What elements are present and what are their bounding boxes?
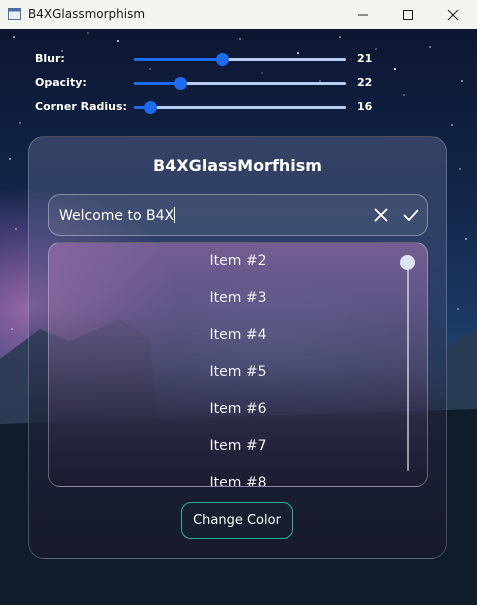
list-item[interactable]: Item #7 <box>49 438 427 454</box>
opacity-slider[interactable] <box>134 77 346 90</box>
list-item[interactable]: Item #2 <box>49 253 427 269</box>
list-item[interactable]: Item #3 <box>49 290 427 306</box>
list-item[interactable]: Item #4 <box>49 327 427 343</box>
maximize-icon <box>403 9 413 20</box>
close-icon <box>447 9 459 20</box>
close-icon[interactable] <box>372 206 390 224</box>
scrollbar-thumb[interactable] <box>400 255 415 270</box>
text-field-value[interactable]: Welcome to B4X <box>59 207 176 224</box>
blur-slider-fill <box>134 58 222 61</box>
maximize-button[interactable] <box>385 0 431 29</box>
minimize-icon <box>358 14 368 15</box>
glass-card: B4XGlassMorfhism Welcome to B4X Item #2 … <box>28 136 447 559</box>
change-color-button[interactable]: Change Color <box>181 502 293 539</box>
corner-radius-slider-row: Corner Radius: 16 <box>35 100 435 116</box>
list-item[interactable]: Item #8 <box>49 475 427 486</box>
opacity-value: 22 <box>357 76 373 89</box>
blur-label: Blur: <box>35 52 65 65</box>
card-title: B4XGlassMorfhism <box>153 156 322 175</box>
opacity-label: Opacity: <box>35 76 87 89</box>
corner-radius-slider[interactable] <box>134 101 346 114</box>
list-item[interactable]: Item #6 <box>49 401 427 417</box>
title-bar: B4XGlassmorphism <box>0 0 477 30</box>
corner-radius-value: 16 <box>357 100 373 113</box>
corner-radius-label: Corner Radius: <box>35 100 127 113</box>
blur-slider-row: Blur: 21 <box>35 52 435 68</box>
text-field[interactable]: Welcome to B4X <box>48 194 428 236</box>
window-title: B4XGlassmorphism <box>28 7 146 21</box>
corner-radius-slider-thumb[interactable] <box>144 101 157 114</box>
blur-slider[interactable] <box>134 53 346 66</box>
opacity-slider-thumb[interactable] <box>174 77 187 90</box>
list-item[interactable]: Item #5 <box>49 364 427 380</box>
scrollbar-track[interactable] <box>407 261 409 471</box>
text-caret <box>174 207 176 223</box>
opacity-slider-row: Opacity: 22 <box>35 76 435 92</box>
minimize-button[interactable] <box>340 0 386 29</box>
close-button[interactable] <box>430 0 476 29</box>
app-icon <box>8 8 21 20</box>
item-list[interactable]: Item #2 Item #3 Item #4 Item #5 Item #6 … <box>48 242 428 487</box>
check-icon[interactable] <box>402 206 420 224</box>
blur-slider-thumb[interactable] <box>216 53 229 66</box>
blur-value: 21 <box>357 52 373 65</box>
